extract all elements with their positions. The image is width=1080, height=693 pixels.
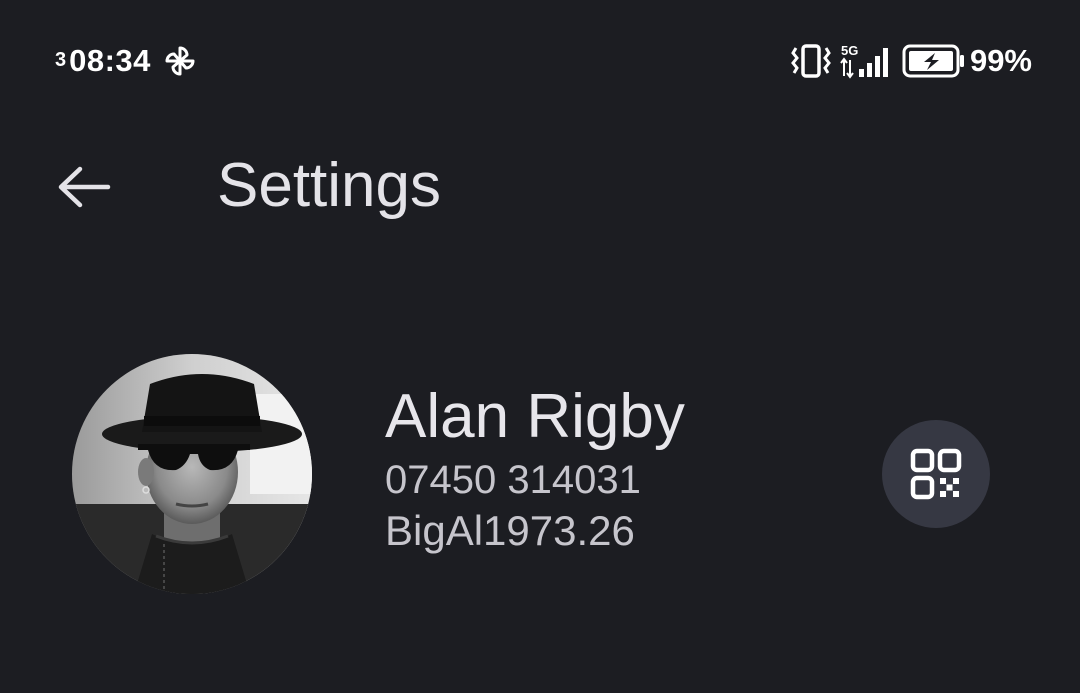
status-bar-left: 3 08:34 <box>55 40 197 82</box>
profile-username: BigAl1973.26 <box>385 507 635 554</box>
signal-icon: 5G <box>840 43 888 79</box>
network-type-label: 5G <box>841 43 858 58</box>
page-title: Settings <box>217 151 442 220</box>
avatar[interactable] <box>72 354 312 594</box>
qr-code-button[interactable] <box>882 420 990 528</box>
status-bar-right: 5G 99% <box>790 40 1032 82</box>
notification-count: 3 <box>55 48 67 71</box>
profile-card[interactable]: Alan Rigby 07450 314031 BigAl1973.26 <box>0 350 1080 600</box>
vibrate-icon <box>791 44 831 78</box>
battery-charging-icon <box>902 44 964 78</box>
pinwheel-icon <box>165 46 195 76</box>
qr-code-icon <box>910 448 962 500</box>
status-clock: 08:34 <box>69 43 151 78</box>
back-button[interactable] <box>40 145 128 229</box>
profile-phone: 07450 314031 <box>385 458 641 502</box>
profile-photo <box>72 354 312 594</box>
profile-name: Alan Rigby <box>385 382 685 451</box>
app-bar: Settings <box>0 130 1080 240</box>
profile-details: Alan Rigby 07450 314031 BigAl1973.26 <box>385 380 865 558</box>
battery-percent: 99% <box>969 43 1032 78</box>
status-bar: 3 08:34 5G 99% <box>0 0 1080 120</box>
arrow-back-icon <box>58 166 111 208</box>
